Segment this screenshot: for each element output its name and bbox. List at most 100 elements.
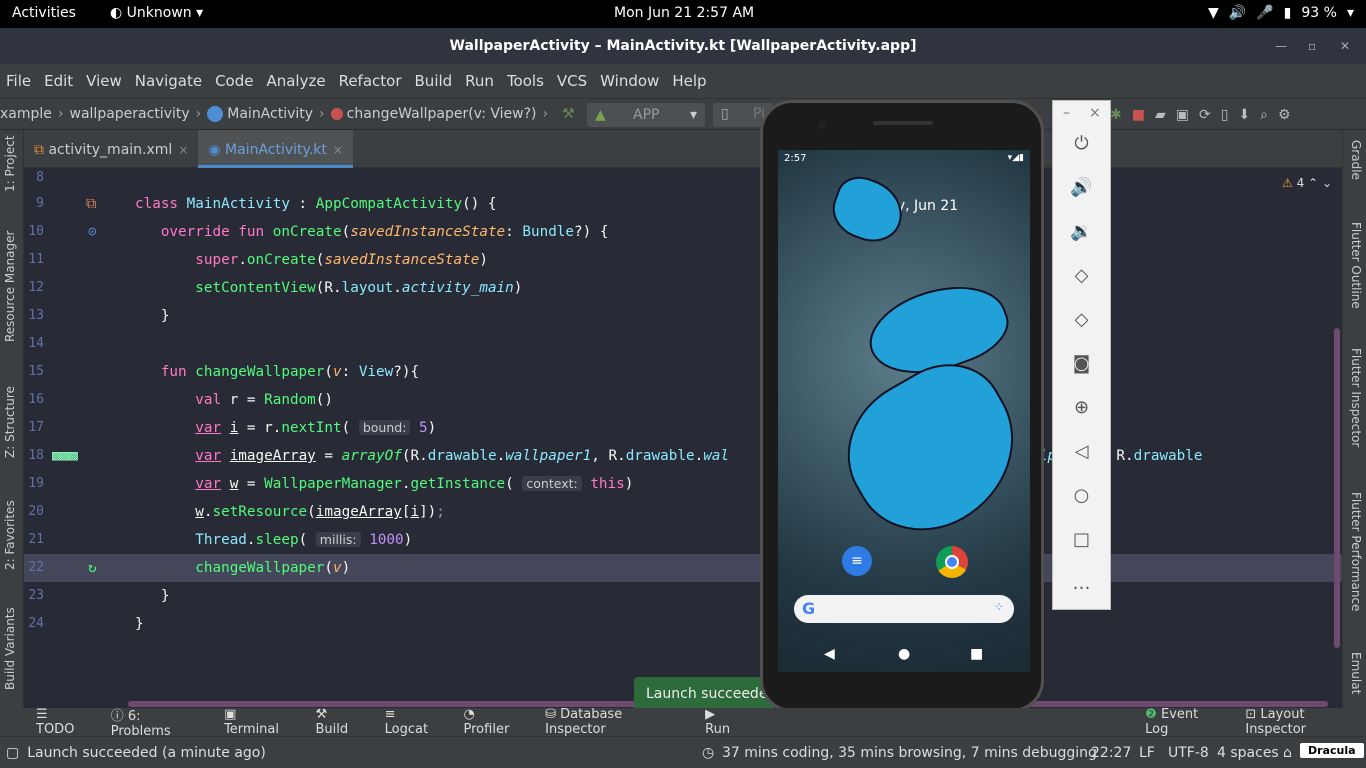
hammer-icon[interactable]: ⚒ (562, 106, 575, 122)
menu-analyze[interactable]: Analyze (266, 72, 325, 90)
cursor-position[interactable]: 22:27 (1091, 745, 1131, 761)
close-tab-icon[interactable]: × (333, 143, 343, 157)
menu-build[interactable]: Build (415, 72, 453, 90)
close-icon[interactable]: × (1089, 105, 1101, 121)
tab-activity-main-xml[interactable]: ⧉ activity_main.xml × (24, 130, 198, 168)
overview-icon[interactable]: □ (1053, 529, 1110, 550)
google-search-bar[interactable]: G ⁘ (794, 595, 1014, 623)
lock-icon[interactable]: ⌂ (1283, 745, 1292, 761)
menu-navigate[interactable]: Navigate (135, 72, 202, 90)
menu-edit[interactable]: Edit (44, 72, 73, 90)
project-tool[interactable]: 1: Project (3, 135, 17, 192)
run-tool[interactable]: ▶ Run (705, 707, 743, 737)
status-toggle-icon[interactable]: ▢ (6, 745, 19, 761)
file-encoding[interactable]: UTF-8 (1168, 745, 1209, 761)
coding-activity[interactable]: 37 mins coding, 35 mins browsing, 7 mins… (722, 745, 1097, 761)
avd-manager-icon[interactable]: ▯ (1221, 107, 1229, 123)
event-log-tool[interactable]: ❷ Event Log (1145, 707, 1223, 737)
structure-tool[interactable]: Z: Structure (3, 386, 17, 458)
minimize-icon[interactable]: — (1275, 28, 1287, 64)
database-inspector-tool[interactable]: ⛁ Database Inspector (545, 707, 683, 737)
gradle-tool[interactable]: Gradle (1349, 140, 1363, 180)
minimize-icon[interactable]: – (1063, 105, 1070, 121)
flutter-outline-tool[interactable]: Flutter Outline (1349, 222, 1363, 309)
todo-tool[interactable]: ☰ TODO (36, 707, 89, 737)
home-icon[interactable]: ● (898, 646, 910, 662)
menu-file[interactable]: File (6, 72, 31, 90)
image-thumbnails-icon[interactable]: ▩▩▩ (52, 442, 78, 470)
close-tab-icon[interactable]: × (178, 143, 188, 157)
override-icon[interactable]: ⊙ (88, 218, 97, 246)
favorites-tool[interactable]: 2: Favorites (3, 500, 17, 570)
volume-down-icon[interactable]: 🔉 (1053, 221, 1110, 242)
search-icon[interactable]: ⌕ (1260, 107, 1268, 123)
status-message[interactable]: Launch succeeded (a minute ago) (27, 745, 266, 761)
recursion-icon[interactable]: ↻ (88, 554, 97, 582)
home-icon[interactable]: ○ (1053, 485, 1110, 506)
rotate-left-icon[interactable]: ◇ (1053, 265, 1110, 286)
menu-vcs[interactable]: VCS (557, 72, 587, 90)
build-variants-tool[interactable]: Build Variants (3, 607, 17, 690)
tab-main-activity-kt[interactable]: ◉ MainActivity.kt × (198, 130, 353, 168)
menu-window[interactable]: Window (600, 72, 659, 90)
emulator-tool[interactable]: Emulat (1349, 652, 1363, 694)
resource-manager-tool[interactable]: Resource Manager (3, 231, 17, 342)
logcat-tool[interactable]: ≡ Logcat (385, 707, 442, 737)
flutter-performance-tool[interactable]: Flutter Performance (1349, 492, 1363, 611)
menu-refactor[interactable]: Refactor (339, 72, 402, 90)
messages-app-icon[interactable]: ≡ (842, 546, 872, 576)
indent-setting[interactable]: 4 spaces (1217, 745, 1279, 761)
emulator-device[interactable]: 2:57 ▾◢▮ Monday, Jun 21 ≡ G ⁘ ◀ ● ■ (760, 100, 1044, 712)
system-tray[interactable]: ▼ 🔊 🎤 ▮ 93 % ▾ (1208, 5, 1354, 21)
sync-icon[interactable]: ⟳ (1199, 107, 1211, 123)
folder-icon[interactable]: ▰ (1155, 107, 1166, 123)
menu-code[interactable]: Code (215, 72, 253, 90)
terminal-tool[interactable]: ▣ Terminal (224, 707, 293, 737)
menu-help[interactable]: Help (672, 72, 706, 90)
build-tool[interactable]: ⚒ Build (316, 707, 363, 737)
window-title: WallpaperActivity – MainActivity.kt [Wal… (449, 38, 917, 54)
theme-badge[interactable]: Dracula (1300, 743, 1364, 758)
volume-up-icon[interactable]: 🔊 (1053, 177, 1110, 198)
mic-icon[interactable]: ⁘ (994, 600, 1004, 614)
terminal-icon[interactable]: ▣ (1176, 107, 1189, 123)
power-icon[interactable]: ⏻ (1053, 133, 1110, 154)
app-menu[interactable]: ◐ Unknown ▾ (110, 5, 203, 21)
layout-icon[interactable]: ⧉ (86, 190, 96, 218)
maximize-icon[interactable]: ▫ (1308, 28, 1316, 64)
problems-tool[interactable]: ⓘ 6: Problems (111, 705, 202, 739)
settings-icon[interactable]: ⚙ (1278, 107, 1291, 123)
flutter-inspector-tool[interactable]: Flutter Inspector (1349, 348, 1363, 447)
run-configuration-dropdown[interactable]: ▲ APP ▾ (587, 103, 705, 127)
sdk-manager-icon[interactable]: ⬇ (1238, 107, 1250, 123)
rotate-right-icon[interactable]: ◇ (1053, 309, 1110, 330)
back-icon[interactable]: ◁ (1053, 441, 1110, 462)
breadcrumb-method[interactable]: changeWallpaper(v: View?) (347, 106, 537, 122)
clock[interactable]: Mon Jun 21 2:57 AM (614, 5, 754, 21)
breadcrumb-class[interactable]: MainActivity (227, 106, 313, 122)
menu-run[interactable]: Run (465, 72, 494, 90)
device-screen[interactable]: 2:57 ▾◢▮ Monday, Jun 21 ≡ G ⁘ ◀ ● ■ (778, 150, 1030, 672)
line-number: 21 (28, 532, 44, 547)
menu-view[interactable]: View (86, 72, 122, 90)
menu-tools[interactable]: Tools (507, 72, 544, 90)
debug-icon[interactable]: ✱ (1110, 107, 1122, 123)
vertical-scrollbar[interactable] (1334, 328, 1340, 648)
line-separator[interactable]: LF (1139, 745, 1155, 761)
more-icon[interactable]: … (1053, 573, 1110, 594)
zoom-icon[interactable]: ⊕ (1053, 397, 1110, 418)
layout-inspector-tool[interactable]: ⊡ Layout Inspector (1245, 707, 1366, 737)
breadcrumb-package[interactable]: xample (0, 106, 52, 122)
wakatime-icon[interactable]: ◷ (702, 745, 714, 761)
activities-button[interactable]: Activities (12, 5, 76, 21)
stop-icon[interactable]: ■ (1132, 107, 1145, 123)
profiler-tool[interactable]: ◔ Profiler (464, 707, 524, 737)
close-icon[interactable]: ✕ (1340, 28, 1350, 64)
back-icon[interactable]: ◀ (824, 646, 835, 662)
breadcrumb-folder[interactable]: wallpaperactivity (70, 106, 190, 122)
code-editor[interactable]: ⚠ 4 ⌃ ⌄ 8 9 ⧉ class MainActivity : AppComp… (24, 168, 1342, 708)
screenshot-icon[interactable]: ◙ (1053, 353, 1110, 374)
chrome-app-icon[interactable] (936, 546, 968, 578)
overview-icon[interactable]: ■ (970, 646, 983, 662)
chevron-right-icon: › (319, 106, 325, 122)
